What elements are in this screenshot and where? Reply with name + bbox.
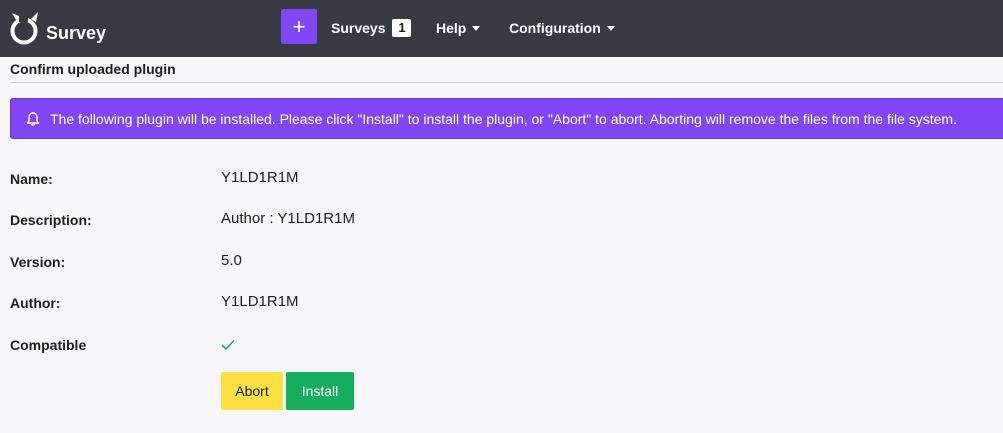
nav-surveys[interactable]: Surveys 1 bbox=[331, 18, 412, 38]
brand-name: Survey bbox=[46, 22, 107, 43]
compatible-label: Compatible bbox=[10, 337, 87, 353]
name-value: Y1LD1R1M bbox=[221, 169, 299, 186]
survey-logo-icon bbox=[10, 12, 38, 45]
caret-down-icon bbox=[606, 25, 615, 31]
nav-help-label: Help bbox=[436, 20, 467, 36]
version-label: Version: bbox=[10, 254, 66, 270]
check-icon bbox=[221, 340, 235, 350]
nav-configuration-label: Configuration bbox=[509, 20, 601, 36]
nav-help-dropdown[interactable]: Help bbox=[436, 18, 481, 38]
description-label: Description: bbox=[10, 212, 92, 228]
brand-home-link[interactable]: Survey bbox=[8, 8, 106, 48]
version-value: 5.0 bbox=[221, 252, 242, 269]
bell-icon bbox=[26, 111, 40, 126]
alert-message: The following plugin will be installed. … bbox=[50, 110, 957, 127]
create-survey-button[interactable]: + bbox=[281, 9, 317, 44]
page-title: Confirm uploaded plugin bbox=[10, 61, 176, 77]
title-divider bbox=[10, 82, 1003, 83]
description-value: Author : Y1LD1R1M bbox=[221, 210, 355, 227]
install-info-alert: The following plugin will be installed. … bbox=[10, 98, 1003, 139]
abort-button[interactable]: Abort bbox=[221, 372, 283, 410]
install-button[interactable]: Install bbox=[286, 372, 354, 410]
nav-surveys-label: Surveys bbox=[331, 20, 386, 36]
author-label: Author: bbox=[10, 295, 61, 311]
caret-down-icon bbox=[472, 25, 481, 31]
author-value: Y1LD1R1M bbox=[221, 293, 299, 310]
top-navbar: Survey + Surveys 1 Help Configuration bbox=[0, 0, 1003, 57]
surveys-count-badge: 1 bbox=[392, 19, 412, 37]
name-label: Name: bbox=[10, 171, 53, 187]
nav-configuration-dropdown[interactable]: Configuration bbox=[509, 18, 615, 38]
